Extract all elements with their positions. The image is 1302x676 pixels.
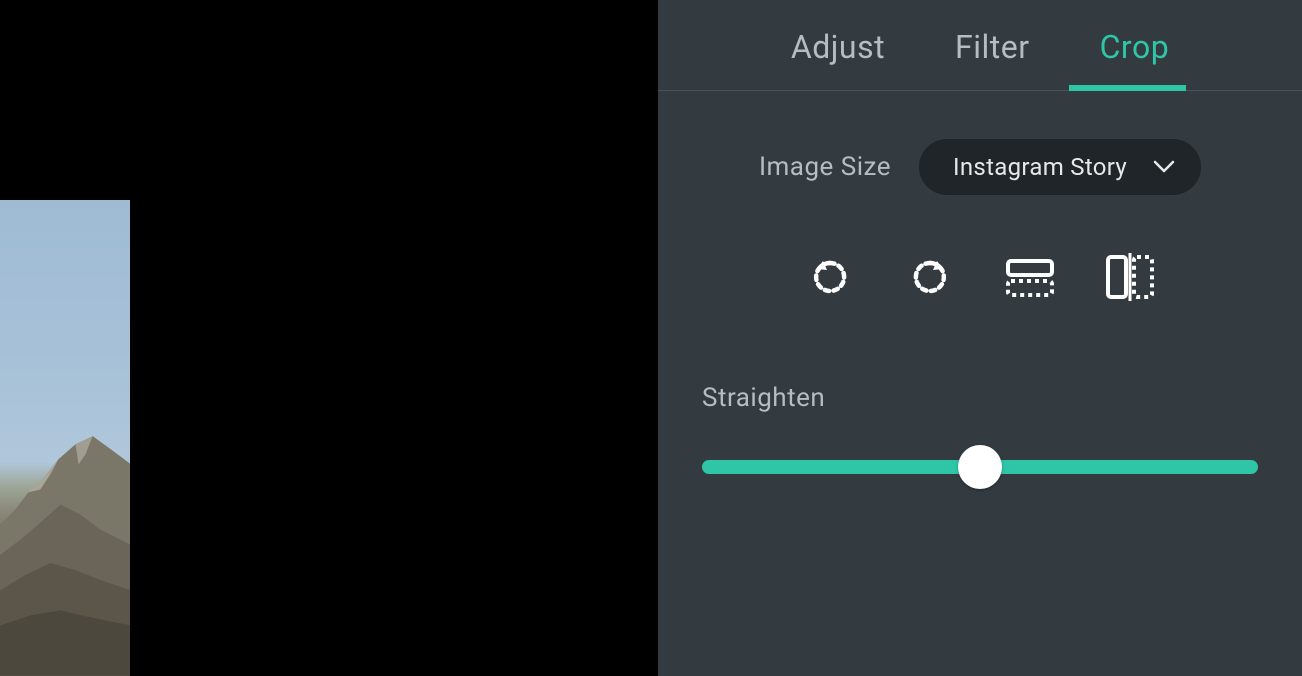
flip-horizontal-icon: [1004, 255, 1056, 299]
canvas-area[interactable]: [0, 0, 658, 676]
panel-body: Image Size Instagram Story: [658, 91, 1302, 489]
flip-vertical-icon: [1104, 253, 1156, 301]
image-size-select[interactable]: Instagram Story: [919, 139, 1201, 195]
flip-vertical-button[interactable]: [1104, 251, 1156, 303]
transform-tools: [702, 251, 1258, 303]
image-size-row: Image Size Instagram Story: [702, 139, 1258, 195]
mountain-graphic: [0, 414, 130, 676]
tab-crop[interactable]: Crop: [1100, 28, 1170, 66]
edit-panel: Adjust Filter Crop Image Size Instagram …: [658, 0, 1302, 676]
flip-horizontal-button[interactable]: [1004, 251, 1056, 303]
chevron-down-icon: [1153, 160, 1175, 174]
tab-adjust[interactable]: Adjust: [791, 28, 885, 66]
image-size-selected: Instagram Story: [953, 153, 1127, 181]
tab-filter[interactable]: Filter: [955, 28, 1030, 66]
tab-bar: Adjust Filter Crop: [658, 0, 1302, 91]
rotate-right-icon: [908, 255, 952, 299]
rotate-left-button[interactable]: [804, 251, 856, 303]
tab-underline: [1069, 85, 1186, 91]
image-size-label: Image Size: [759, 152, 891, 182]
straighten-label: Straighten: [702, 383, 1258, 413]
image-preview[interactable]: [0, 200, 130, 676]
straighten-slider[interactable]: [702, 445, 1258, 489]
rotate-left-icon: [808, 255, 852, 299]
app-root: Adjust Filter Crop Image Size Instagram …: [0, 0, 1302, 676]
slider-thumb[interactable]: [958, 445, 1002, 489]
rotate-right-button[interactable]: [904, 251, 956, 303]
